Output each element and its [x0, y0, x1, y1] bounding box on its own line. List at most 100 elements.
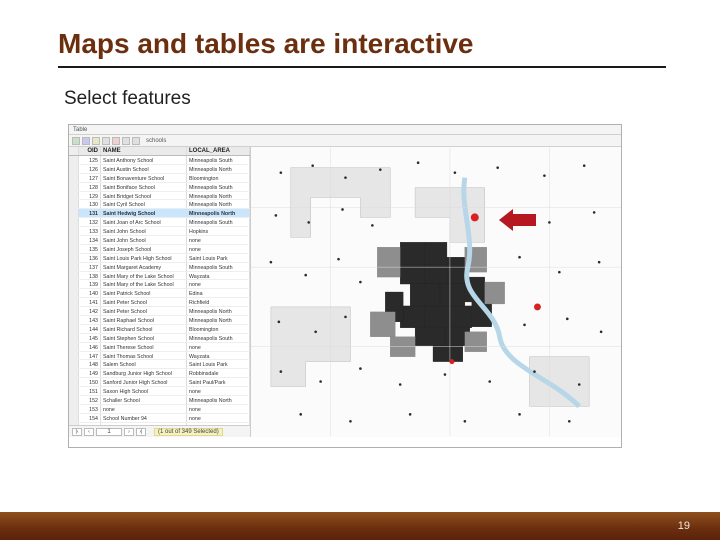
- row-selector[interactable]: [69, 192, 79, 200]
- col-header-oid[interactable]: OID: [79, 147, 101, 155]
- toolbar-icon[interactable]: [102, 137, 110, 145]
- cell-area: Saint Louis Park: [187, 360, 250, 368]
- toolbar-icon[interactable]: [112, 137, 120, 145]
- table-row[interactable]: 125Saint Anthony SchoolMinneapolis South: [69, 156, 250, 165]
- toolbar-icon[interactable]: [92, 137, 100, 145]
- table-row[interactable]: 142Saint Peter SchoolMinneapolis North: [69, 307, 250, 316]
- toolbar-icon[interactable]: [82, 137, 90, 145]
- table-row[interactable]: 152Schaller SchoolMinneapolis North: [69, 396, 250, 405]
- row-selector[interactable]: [69, 174, 79, 182]
- table-row[interactable]: 126Saint Austin SchoolMinneapolis North: [69, 165, 250, 174]
- row-selector[interactable]: [69, 414, 79, 422]
- table-row[interactable]: 128Saint Boniface SchoolMinneapolis Sout…: [69, 183, 250, 192]
- table-row[interactable]: 138Saint Mary of the Lake SchoolWayzata: [69, 272, 250, 281]
- cell-oid: 154: [79, 414, 101, 422]
- table-row[interactable]: 150Sanford Junior High SchoolSaint Paul/…: [69, 378, 250, 387]
- row-selector[interactable]: [69, 183, 79, 191]
- table-row[interactable]: 149Sandburg Junior High SchoolRobbinsdal…: [69, 369, 250, 378]
- table-row[interactable]: 145Saint Stephen SchoolMinneapolis South: [69, 334, 250, 343]
- cell-oid: 144: [79, 325, 101, 333]
- cell-oid: 138: [79, 272, 101, 280]
- table-row[interactable]: 153nonenone: [69, 405, 250, 414]
- map-pane[interactable]: [251, 147, 621, 437]
- cell-oid: 142: [79, 307, 101, 315]
- cell-oid: 137: [79, 263, 101, 271]
- row-selector[interactable]: [69, 209, 79, 217]
- row-selector[interactable]: [69, 254, 79, 262]
- row-selector[interactable]: [69, 165, 79, 173]
- table-row[interactable]: 147Saint Thomas SchoolWayzata: [69, 352, 250, 361]
- panel-toolbar: schools: [69, 135, 621, 147]
- cell-area: none: [187, 245, 250, 253]
- row-selector[interactable]: [69, 396, 79, 404]
- table-row[interactable]: 151Saxon High Schoolnone: [69, 387, 250, 396]
- table-row[interactable]: 144Saint Richard SchoolBloomington: [69, 325, 250, 334]
- table-row[interactable]: 148Salem SchoolSaint Louis Park: [69, 360, 250, 369]
- slide-footer: 19: [0, 512, 720, 540]
- row-selector[interactable]: [69, 378, 79, 386]
- row-selector[interactable]: [69, 405, 79, 413]
- cell-name: Saint Louis Park High School: [101, 254, 187, 262]
- row-selector[interactable]: [69, 343, 79, 351]
- slide-title: Maps and tables are interactive: [58, 28, 666, 64]
- row-selector[interactable]: [69, 272, 79, 280]
- toolbar-icon[interactable]: [122, 137, 130, 145]
- table-row[interactable]: 131Saint Hedwig SchoolMinneapolis North: [69, 209, 250, 218]
- row-selector[interactable]: [69, 352, 79, 360]
- row-selector[interactable]: [69, 316, 79, 324]
- cell-area: none: [187, 236, 250, 244]
- row-selector[interactable]: [69, 334, 79, 342]
- row-selector[interactable]: [69, 218, 79, 226]
- table-row[interactable]: 136Saint Louis Park High SchoolSaint Lou…: [69, 254, 250, 263]
- table-row[interactable]: 127Saint Bonaventure SchoolBloomington: [69, 174, 250, 183]
- callout-arrow-icon: [499, 209, 539, 231]
- row-selector[interactable]: [69, 156, 79, 164]
- row-selector[interactable]: [69, 369, 79, 377]
- nav-last-button[interactable]: ›|: [136, 428, 146, 436]
- table-row[interactable]: 135Saint Joseph Schoolnone: [69, 245, 250, 254]
- table-row[interactable]: 141Saint Peter SchoolRichfield: [69, 298, 250, 307]
- table-row[interactable]: 134Saint John Schoolnone: [69, 236, 250, 245]
- table-row[interactable]: 132Saint Joan of Arc SchoolMinneapolis S…: [69, 218, 250, 227]
- cell-oid: 129: [79, 192, 101, 200]
- cell-name: Saint John School: [101, 236, 187, 244]
- row-selector[interactable]: [69, 236, 79, 244]
- nav-first-button[interactable]: |‹: [72, 428, 82, 436]
- row-selector[interactable]: [69, 227, 79, 235]
- cell-name: Saint Raphael School: [101, 316, 187, 324]
- cell-area: Minneapolis South: [187, 334, 250, 342]
- col-header-area[interactable]: LOCAL_AREA: [187, 147, 250, 155]
- toolbar-icon[interactable]: [132, 137, 140, 145]
- table-row[interactable]: 146Saint Therese Schoolnone: [69, 343, 250, 352]
- row-selector[interactable]: [69, 307, 79, 315]
- toolbar-icon[interactable]: [72, 137, 80, 145]
- row-selector[interactable]: [69, 325, 79, 333]
- row-selector[interactable]: [69, 245, 79, 253]
- row-selector[interactable]: [69, 360, 79, 368]
- cell-area: Hopkins: [187, 227, 250, 235]
- nav-next-button[interactable]: ›: [124, 428, 134, 436]
- col-header-name[interactable]: NAME: [101, 147, 187, 155]
- cell-oid: 131: [79, 209, 101, 217]
- table-row[interactable]: 154School Number 94none: [69, 414, 250, 423]
- row-selector[interactable]: [69, 200, 79, 208]
- table-row[interactable]: 143Saint Raphael SchoolMinneapolis North: [69, 316, 250, 325]
- row-selector[interactable]: [69, 289, 79, 297]
- table-row[interactable]: 140Saint Patrick SchoolEdina: [69, 289, 250, 298]
- cell-name: Saint Joseph School: [101, 245, 187, 253]
- cell-name: Saint Patrick School: [101, 289, 187, 297]
- map-canvas: [251, 147, 621, 437]
- row-selector[interactable]: [69, 387, 79, 395]
- row-selector[interactable]: [69, 298, 79, 306]
- cell-oid: 150: [79, 378, 101, 386]
- table-row[interactable]: 137Saint Margaret AcademyMinneapolis Sou…: [69, 263, 250, 272]
- row-selector[interactable]: [69, 263, 79, 271]
- table-row[interactable]: 133Saint John SchoolHopkins: [69, 227, 250, 236]
- table-row[interactable]: 130Saint Cyril SchoolMinneapolis North: [69, 200, 250, 209]
- table-row[interactable]: 129Saint Bridget SchoolMinneapolis North: [69, 192, 250, 201]
- table-row[interactable]: 139Saint Mary of the Lake Schoolnone: [69, 280, 250, 289]
- nav-prev-button[interactable]: ‹: [84, 428, 94, 436]
- cell-name: Sandburg Junior High School: [101, 369, 187, 377]
- nav-current-field[interactable]: 1: [96, 428, 122, 436]
- row-selector[interactable]: [69, 280, 79, 288]
